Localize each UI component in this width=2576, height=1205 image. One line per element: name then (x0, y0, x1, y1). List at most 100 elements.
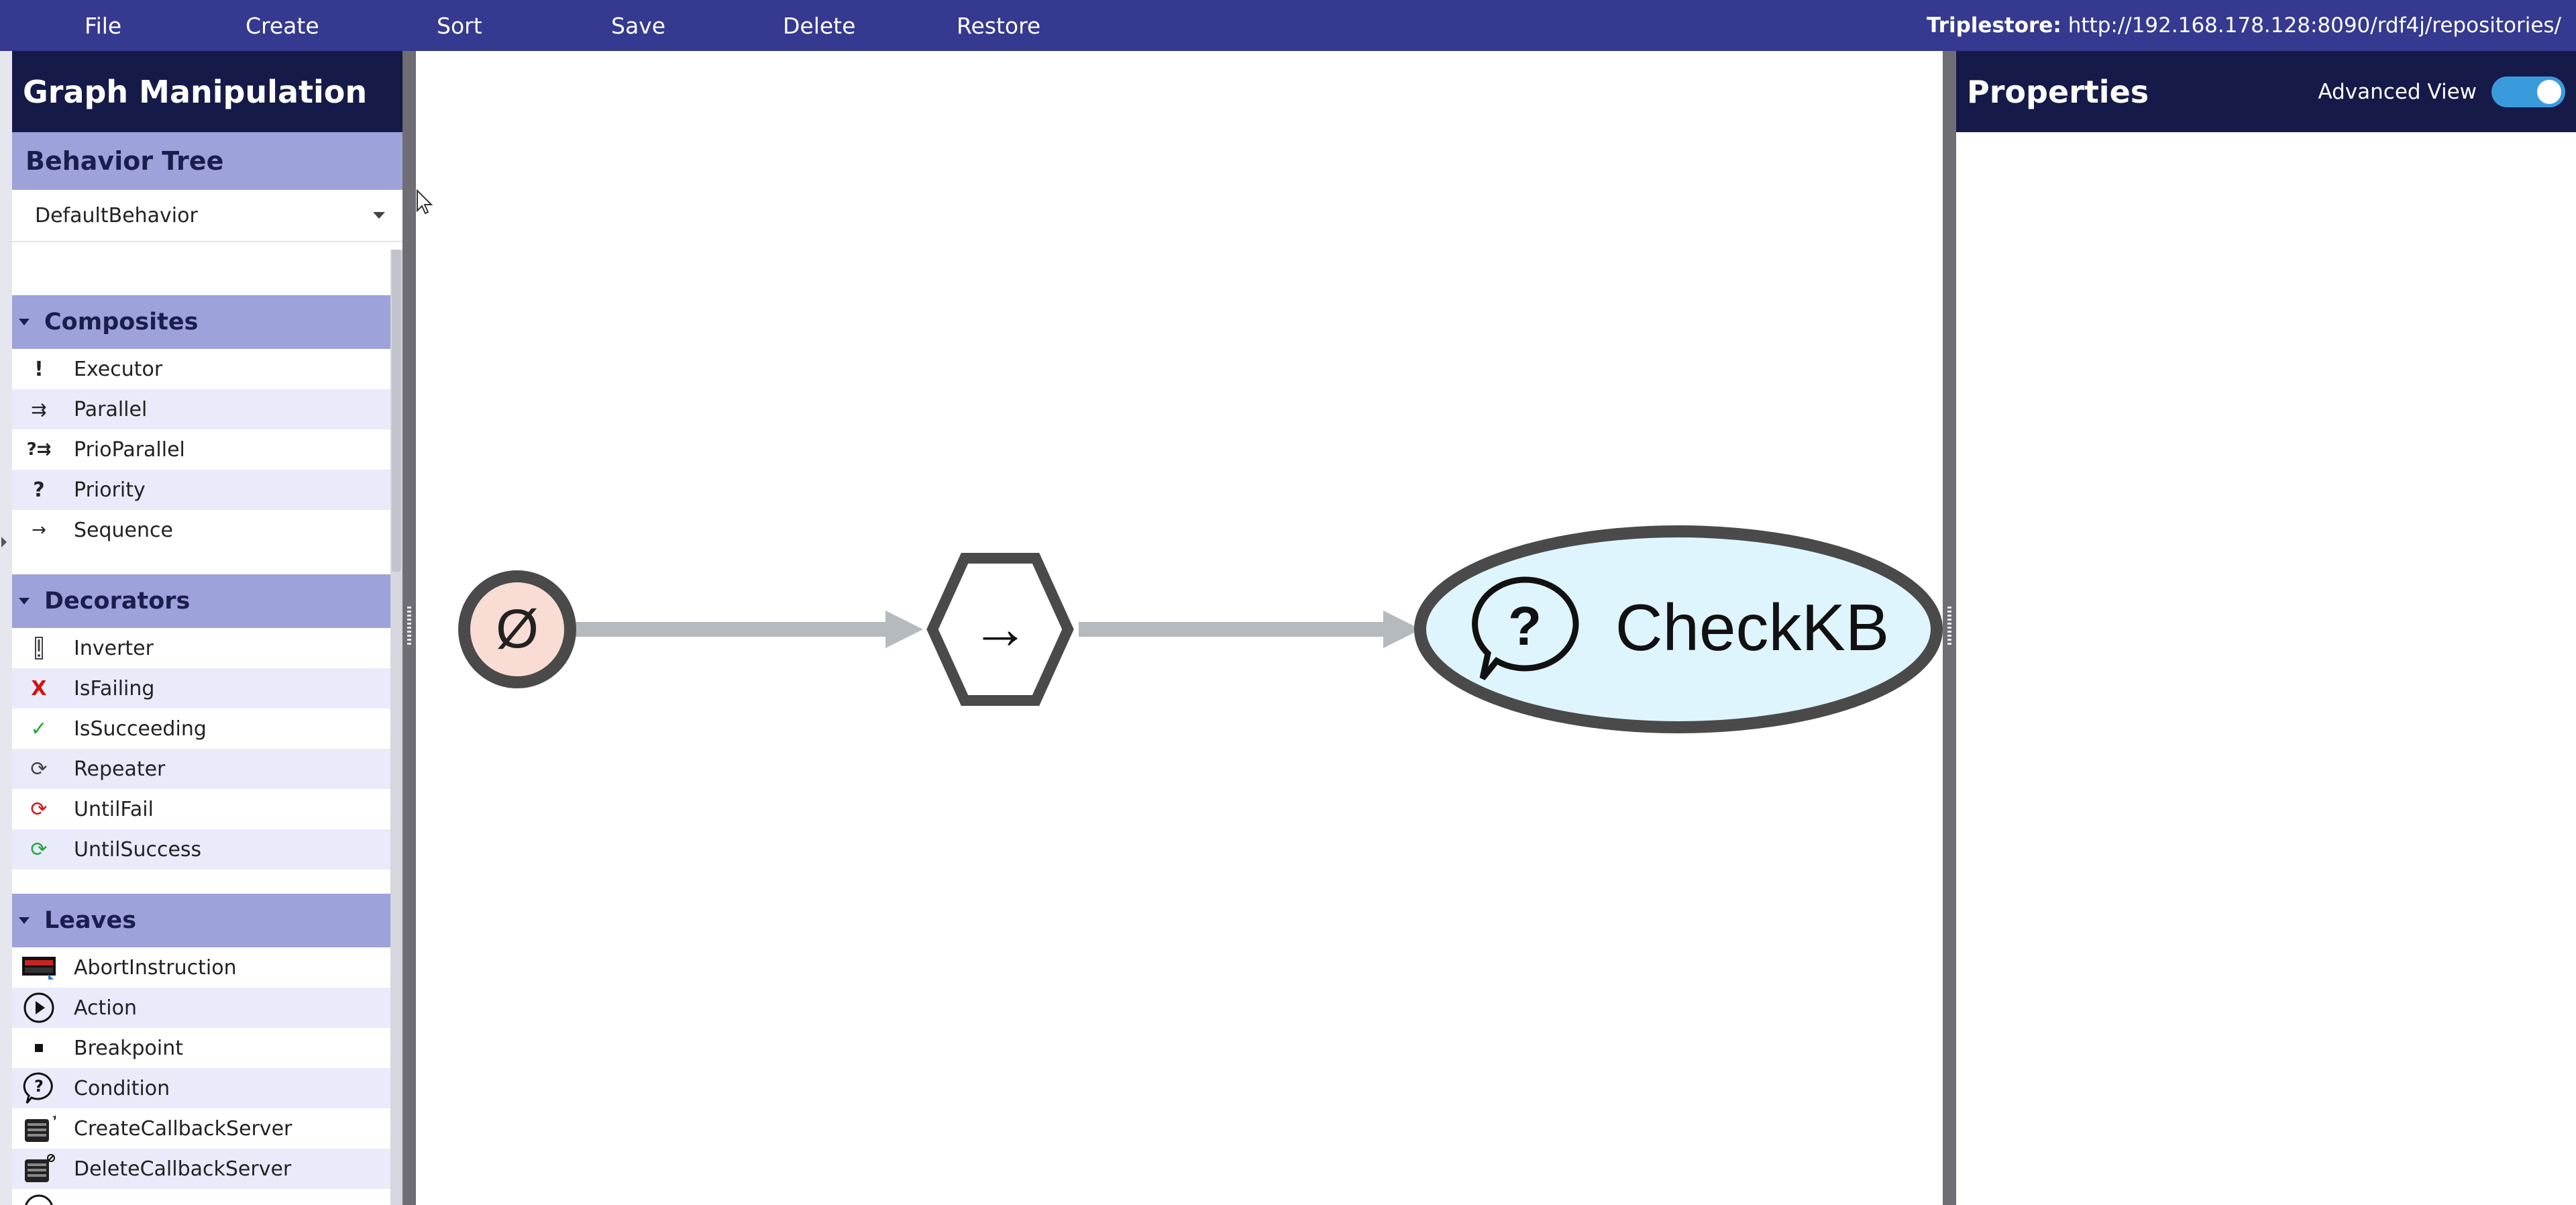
sequence-node[interactable]: → (926, 553, 1074, 706)
prio-parallel-icon: ?⇉ (26, 439, 52, 460)
palette-item-label: Action (74, 996, 137, 1020)
palette-item-label: Sequence (74, 518, 173, 542)
spacer (12, 550, 390, 574)
palette-item-priority[interactable]: ? Priority (12, 470, 390, 510)
palette-item-action[interactable]: Action (12, 988, 390, 1028)
palette-item-label: Executor (74, 357, 163, 381)
checkkb-node[interactable]: ? CheckKB (1414, 525, 1943, 733)
palette-item-inverter[interactable]: Inverter (12, 628, 390, 668)
palette-item-createcallbackserver[interactable]: ★ CreateCallbackServer (12, 1108, 390, 1149)
advanced-view-label: Advanced View (2318, 79, 2477, 104)
expand-arrow-icon[interactable] (1, 537, 7, 547)
grip-handle-icon (407, 607, 411, 647)
section-leaves[interactable]: Leaves (12, 894, 390, 947)
collapse-triangle-icon (19, 598, 30, 605)
palette-item-label: Condition (74, 1076, 170, 1100)
svg-text:?: ? (1508, 596, 1542, 657)
palette-item-label: Repeater (74, 757, 166, 781)
palette-item-label: UntilFail (74, 797, 154, 821)
palette-item-label: IsFailing (74, 676, 155, 700)
palette-item-label: UntilSuccess (74, 837, 202, 861)
palette-item-label: Breakpoint (74, 1036, 183, 1060)
triplestore-info: Triplestore: http://192.168.178.128:8090… (1927, 0, 2561, 51)
edge-sequence-to-checkkb[interactable] (1079, 611, 1421, 648)
menu-delete[interactable]: Delete (783, 0, 855, 51)
collapse-triangle-icon (19, 319, 30, 325)
menu-create[interactable]: Create (246, 0, 319, 51)
question-mark-icon: ? (33, 478, 45, 502)
properties-header: Properties Advanced View (1956, 51, 2576, 132)
graph-svg: Ø → ? CheckKB (458, 525, 1943, 733)
mouse-cursor-icon (417, 189, 433, 215)
green-check-icon: ✓ (30, 717, 48, 741)
palette-item-partial[interactable] (12, 1189, 390, 1205)
root-node[interactable]: Ø (458, 570, 576, 688)
palette-item-label: AbortInstruction (74, 955, 237, 980)
grip-handle-icon (1947, 607, 1951, 647)
edge-root-to-sequence[interactable] (574, 611, 923, 648)
abort-instruction-icon (20, 949, 58, 986)
top-menu-bar: File Create Sort Save Delete Restore Tri… (0, 0, 2576, 51)
palette-item-label: PrioParallel (74, 437, 185, 462)
spacer (12, 870, 390, 894)
palette-item-label: Parallel (74, 397, 148, 421)
palette-item-sequence[interactable]: → Sequence (12, 510, 390, 550)
palette-item-issucceeding[interactable]: ✓ IsSucceeding (12, 709, 390, 749)
triplestore-label: Triplestore: (1926, 13, 2061, 38)
properties-title: Properties (1967, 73, 2149, 110)
palette-item-label: Priority (74, 478, 146, 502)
behavior-tree-selected: DefaultBehavior (35, 203, 198, 227)
menu-file[interactable]: File (85, 0, 121, 51)
menu-save[interactable]: Save (611, 0, 665, 51)
section-decorators[interactable]: Decorators (12, 574, 390, 628)
palette-item-prioparallel[interactable]: ?⇉ PrioParallel (12, 429, 390, 470)
section-label: Leaves (44, 907, 137, 934)
chevron-down-icon (373, 212, 385, 219)
parallel-arrows-icon: ⇉ (31, 398, 47, 421)
palette-item-deletecallbackserver[interactable]: DeleteCallbackServer (12, 1149, 390, 1189)
palette-item-parallel[interactable]: ⇉ Parallel (12, 389, 390, 429)
palette-item-executor[interactable]: ! Executor (12, 349, 390, 389)
properties-panel: Properties Advanced View (1956, 51, 2576, 1205)
sequence-symbol: → (971, 596, 1029, 661)
palette-item-repeater[interactable]: ⟳ Repeater (12, 749, 390, 789)
repeat-icon: ⟳ (30, 757, 48, 781)
behavior-tree-select[interactable]: DefaultBehavior (12, 190, 402, 242)
graph-canvas[interactable]: Ø → ? CheckKB (416, 51, 1943, 1205)
breakpoint-icon (20, 1029, 58, 1067)
palette-item-untilsuccess[interactable]: ⟳ UntilSuccess (12, 829, 390, 870)
exclamation-icon: ! (34, 357, 44, 381)
inverter-icon (20, 629, 58, 667)
panel-title: Graph Manipulation (12, 51, 402, 132)
palette-item-breakpoint[interactable]: Breakpoint (12, 1028, 390, 1068)
clock-icon (20, 1190, 58, 1205)
advanced-view-toggle[interactable] (2491, 76, 2565, 107)
repeat-green-icon: ⟳ (30, 837, 48, 861)
palette-item-untilfail[interactable]: ⟳ UntilFail (12, 789, 390, 829)
right-splitter[interactable] (1943, 51, 1956, 1205)
palette-item-abortinstruction[interactable]: AbortInstruction (12, 947, 390, 988)
palette-item-label: CreateCallbackServer (74, 1116, 292, 1141)
menu-restore[interactable]: Restore (957, 0, 1040, 51)
edge-arrowhead (885, 611, 923, 648)
question-bubble-icon: ? (20, 1069, 58, 1107)
menu-sort[interactable]: Sort (437, 0, 482, 51)
section-composites[interactable]: Composites (12, 295, 390, 349)
section-label: Decorators (44, 588, 191, 615)
triplestore-url: http://192.168.178.128:8090/rdf4j/reposi… (2068, 13, 2561, 38)
palette-scrollbar[interactable] (390, 250, 402, 1205)
palette-item-condition[interactable]: ? Condition (12, 1068, 390, 1108)
palette-item-label: DeleteCallbackServer (74, 1157, 292, 1181)
repeat-red-icon: ⟳ (30, 797, 48, 821)
node-palette: Composites ! Executor ⇉ Parallel ?⇉ Prio… (12, 295, 390, 1205)
red-x-icon: X (31, 676, 47, 700)
scrollbar-thumb[interactable] (392, 250, 401, 572)
properties-body (1956, 132, 2576, 1205)
delete-server-icon (20, 1150, 58, 1188)
left-splitter[interactable] (402, 51, 416, 1205)
palette-item-label: IsSucceeding (74, 717, 207, 741)
create-server-icon: ★ (20, 1110, 58, 1147)
palette-item-isfailing[interactable]: X IsFailing (12, 668, 390, 709)
play-circle-icon (20, 989, 58, 1027)
svg-text:★: ★ (52, 1112, 56, 1123)
